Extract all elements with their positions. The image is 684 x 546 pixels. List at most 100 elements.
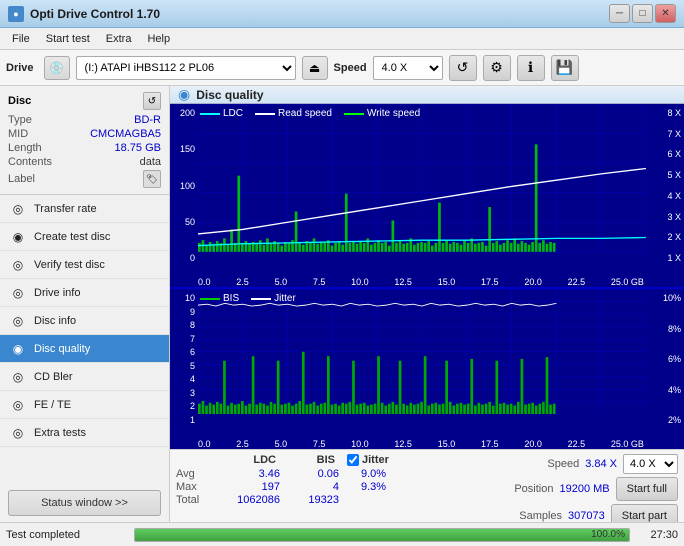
disc-contents-key: Contents — [8, 156, 52, 168]
top-chart-legend: LDC Read speed Write speed — [200, 108, 420, 119]
disc-length-key: Length — [8, 142, 42, 154]
write-speed-legend-dot — [344, 113, 364, 115]
nav-items: ◎ Transfer rate ◉ Create test disc ◎ Ver… — [0, 195, 169, 484]
bottom-chart-legend: BIS Jitter — [200, 293, 296, 304]
jitter-legend-label: Jitter — [274, 293, 296, 304]
disc-info-label: Disc info — [34, 315, 76, 327]
sidebar-item-verify-test-disc[interactable]: ◎ Verify test disc — [0, 251, 169, 279]
menu-file[interactable]: File — [4, 31, 38, 47]
bottom-y-axis-right: 10% 8% 6% 4% 2% — [649, 289, 684, 429]
read-speed-legend-dot — [255, 113, 275, 115]
bottom-x-axis: 0.0 2.5 5.0 7.5 10.0 12.5 15.0 17.5 20.0… — [198, 429, 644, 449]
maximize-button[interactable]: □ — [632, 4, 653, 23]
ldc-legend-dot — [200, 113, 220, 115]
sidebar-item-disc-quality[interactable]: ◉ Disc quality — [0, 335, 169, 363]
menu-start-test[interactable]: Start test — [38, 31, 98, 47]
max-jitter-val: 9.3% — [361, 481, 386, 493]
top-x-axis: 0.0 2.5 5.0 7.5 10.0 12.5 15.0 17.5 20.0… — [198, 267, 644, 287]
info-button[interactable]: ℹ — [517, 55, 545, 81]
disc-panel-label: Disc — [8, 95, 31, 107]
progress-bar-container: 100.0% — [134, 528, 630, 542]
extra-tests-icon: ◎ — [10, 425, 26, 441]
transfer-rate-label: Transfer rate — [34, 203, 97, 215]
avg-bis-val: 0.06 — [284, 468, 339, 480]
disc-refresh-btn[interactable]: ↺ — [143, 92, 161, 110]
menu-help[interactable]: Help — [139, 31, 178, 47]
verify-test-disc-label: Verify test disc — [34, 259, 105, 271]
total-ldc-val: 1062086 — [215, 494, 280, 506]
disc-label-icon[interactable]: 🏷 — [143, 170, 161, 188]
cd-bler-icon: ◎ — [10, 369, 26, 385]
bottom-y-axis-left: 10 9 8 7 6 5 4 3 2 1 — [170, 289, 198, 429]
top-y-axis-right: 8 X 7 X 6 X 5 X 4 X 3 X 2 X 1 X — [649, 104, 684, 267]
content-title: Disc quality — [196, 88, 263, 102]
menu-extra[interactable]: Extra — [98, 31, 140, 47]
jitter-column-header: Jitter — [362, 454, 389, 466]
eject-button[interactable]: ⏏ — [302, 56, 328, 80]
sidebar-item-drive-info[interactable]: ◎ Drive info — [0, 279, 169, 307]
content-area: ◉ Disc quality LDC Read speed — [170, 86, 684, 522]
sidebar: Disc ↺ Type BD-R MID CMCMAGBA5 Length 18… — [0, 86, 170, 522]
sidebar-item-fe-te[interactable]: ◎ FE / TE — [0, 391, 169, 419]
settings-button[interactable]: ⚙ — [483, 55, 511, 81]
total-label: Total — [176, 494, 211, 506]
max-bis-val: 4 — [284, 481, 339, 493]
max-label: Max — [176, 481, 211, 493]
speed-label: Speed — [334, 62, 367, 74]
sidebar-item-cd-bler[interactable]: ◎ CD Bler — [0, 363, 169, 391]
avg-label: Avg — [176, 468, 211, 480]
transfer-rate-icon: ◎ — [10, 201, 26, 217]
start-full-button[interactable]: Start full — [616, 477, 678, 501]
speed-select[interactable]: 4.0 X — [373, 56, 443, 80]
status-bar: Test completed 100.0% 27:30 — [0, 522, 684, 546]
bis-legend-dot — [200, 298, 220, 300]
disc-info-icon: ◎ — [10, 313, 26, 329]
refresh-button[interactable]: ↺ — [449, 55, 477, 81]
title-bar: ● Opti Drive Control 1.70 ─ □ ✕ — [0, 0, 684, 28]
fe-te-icon: ◎ — [10, 397, 26, 413]
disc-quality-header-icon: ◉ — [178, 86, 190, 103]
toolbar: Drive 💿 (I:) ATAPI iHBS112 2 PL06 ⏏ Spee… — [0, 50, 684, 86]
ldc-chart: LDC Read speed Write speed 200 150 10 — [170, 104, 684, 289]
avg-jitter-val: 9.0% — [361, 468, 386, 480]
close-button[interactable]: ✕ — [655, 4, 676, 23]
bottom-chart-svg — [198, 289, 646, 414]
top-y-axis-left: 200 150 100 50 0 — [170, 104, 198, 267]
app-icon: ● — [8, 6, 24, 22]
minimize-button[interactable]: ─ — [609, 4, 630, 23]
bis-chart: BIS Jitter 10 9 8 7 6 5 4 3 — [170, 289, 684, 449]
app-title: Opti Drive Control 1.70 — [30, 7, 160, 21]
status-window-button[interactable]: Status window >> — [8, 490, 161, 516]
menu-bar: File Start test Extra Help — [0, 28, 684, 50]
speed-stat-label: Speed — [547, 458, 579, 470]
stats-area: LDC BIS Jitter Avg 3.46 0.06 9.0% Max — [170, 449, 684, 522]
disc-mid-key: MID — [8, 128, 28, 140]
disc-contents-val: data — [140, 156, 161, 168]
position-label: Position — [514, 483, 553, 495]
disc-type-key: Type — [8, 114, 32, 126]
disc-quality-label: Disc quality — [34, 343, 90, 355]
ldc-legend-label: LDC — [223, 108, 243, 119]
speed-dropdown[interactable]: 4.0 X — [623, 454, 678, 474]
charts-area: LDC Read speed Write speed 200 150 10 — [170, 104, 684, 449]
sidebar-item-extra-tests[interactable]: ◎ Extra tests — [0, 419, 169, 447]
drive-icon-btn[interactable]: 💿 — [44, 56, 70, 80]
disc-info-panel: Disc ↺ Type BD-R MID CMCMAGBA5 Length 18… — [0, 86, 169, 195]
jitter-checkbox[interactable] — [347, 454, 359, 466]
drive-info-label: Drive info — [34, 287, 80, 299]
samples-val: 307073 — [568, 510, 605, 522]
progress-bar — [135, 529, 629, 541]
samples-label: Samples — [519, 510, 562, 522]
save-button[interactable]: 💾 — [551, 55, 579, 81]
position-val: 19200 MB — [559, 483, 609, 495]
sidebar-item-disc-info[interactable]: ◎ Disc info — [0, 307, 169, 335]
main-layout: Disc ↺ Type BD-R MID CMCMAGBA5 Length 18… — [0, 86, 684, 522]
start-part-button[interactable]: Start part — [611, 504, 678, 522]
disc-mid-val: CMCMAGBA5 — [90, 128, 161, 140]
sidebar-item-create-test-disc[interactable]: ◉ Create test disc — [0, 223, 169, 251]
drive-select[interactable]: (I:) ATAPI iHBS112 2 PL06 — [76, 56, 296, 80]
read-speed-legend-label: Read speed — [278, 108, 332, 119]
create-test-disc-label: Create test disc — [34, 231, 110, 243]
sidebar-item-transfer-rate[interactable]: ◎ Transfer rate — [0, 195, 169, 223]
disc-type-val: BD-R — [134, 114, 161, 126]
